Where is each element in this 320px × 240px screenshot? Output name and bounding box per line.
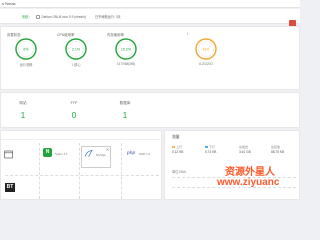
cpu-gauge[interactable]: CPU使用率 2.1% 1 核心 [55, 32, 97, 67]
software-tile-php[interactable]: php PHP-7.2 [125, 146, 155, 168]
software-name: Nginx 1.1 [55, 152, 68, 156]
count-value: 1 [20, 111, 26, 120]
watermark-url: www.ziyuanc [217, 177, 280, 188]
upload-label: 上行 [176, 145, 183, 149]
gauge-label: 内存使用率 [107, 33, 124, 37]
download-value: 0.74 KB [205, 150, 217, 154]
total-sent-stat: 总发送 3.61 GB [239, 145, 261, 154]
close-icon[interactable]: ✕ [106, 147, 109, 152]
php-icon: php [127, 150, 136, 155]
count-value: 1 [122, 111, 128, 120]
grid-divider [79, 143, 80, 199]
terminal-tile[interactable] [1, 146, 31, 168]
upload-legend-icon [172, 146, 175, 149]
terminal-icon [4, 150, 13, 159]
count-value: 0 [71, 111, 77, 120]
traffic-title: 流量 [172, 135, 180, 139]
grid-divider [39, 143, 40, 199]
os-icon [36, 15, 41, 20]
gauge-subtext: 147/968(MB) [116, 62, 136, 66]
brand-label: s Nmas [2, 1, 16, 6]
software-tile-mysql[interactable]: MySQL ✕ [81, 146, 111, 168]
nginx-icon: N [43, 148, 52, 157]
total-sent-value: 3.61 GB [239, 150, 251, 154]
site-count[interactable]: 网站 1 [3, 101, 43, 120]
cpu-ring: 2.1% [65, 38, 87, 60]
gauge-value: 2.1% [72, 47, 81, 51]
software-name: MySQL [96, 153, 107, 157]
gauge-label: / [187, 32, 188, 36]
disk-ring: 43% [195, 38, 217, 60]
os-info: Debian GNU/Linux 9.9 (stretch) [36, 15, 89, 20]
memory-gauge[interactable]: 内存使用率 15.2% 147/968(MB) [105, 32, 147, 66]
total-received-value: 88.75 KB [271, 150, 285, 154]
system-info: 系统： Debian GNU/Linux 9.9 (stretch) 已不间断运… [22, 14, 125, 20]
total-sent-label: 总发送 [239, 145, 249, 149]
system-status-label: 系统： [22, 15, 32, 19]
upload-stat: 上行 0.12 KB [172, 145, 194, 154]
software-name: PHP-7.2 [139, 152, 151, 156]
gauge-value: 43% [202, 47, 210, 51]
count-label: FTP [70, 101, 78, 105]
watermark-text: 资源外星人 [225, 167, 275, 178]
load-ring: 6% [15, 38, 37, 60]
system-info-bar: 系统： Debian GNU/Linux 9.9 (stretch) 已不间断运… [0, 9, 300, 30]
download-legend-icon [205, 146, 208, 149]
bt-logo: BT [5, 183, 15, 192]
gauge-subtext: 8.2G/20G [199, 62, 213, 66]
gauge-label: CPU使用率 [57, 33, 75, 37]
download-stat: 下行 0.74 KB [205, 145, 227, 154]
chart-unit-label: 单位:KB/s [172, 170, 186, 174]
traffic-panel: 流量 上行 0.12 KB 下行 0.74 KB 总发送 3.61 GB 总接收… [164, 130, 300, 200]
disk-gauge[interactable]: / 43% 8.2G/20G [185, 32, 227, 66]
memory-ring: 15.2% [115, 38, 137, 60]
software-header [1, 131, 163, 140]
database-count[interactable]: 数据库 1 [105, 101, 145, 120]
overview-panel: 网站 1 FTP 0 数据库 1 [0, 92, 300, 128]
grid-divider [121, 143, 122, 199]
software-tile-nginx[interactable]: N Nginx 1.1 [41, 146, 71, 168]
software-panel: N Nginx 1.1 MySQL ✕ php PHP-7.2 BT [0, 130, 163, 200]
gauge-value: 15.2% [121, 47, 132, 51]
load-gauge[interactable]: 负载状态 6% 运行流畅 [5, 32, 47, 67]
ftp-count[interactable]: FTP 0 [54, 101, 94, 120]
total-received-stat: 总接收 88.75 KB [271, 145, 293, 154]
status-panel: 负载状态 6% 运行流畅 CPU使用率 2.1% 1 核心 内存使用率 15.2… [0, 26, 300, 90]
count-label: 网站 [19, 101, 27, 105]
upload-value: 0.12 KB [172, 150, 184, 154]
grid-divider [5, 175, 159, 176]
gauge-value: 6% [23, 47, 29, 51]
uptime-info: 已不间断运行: 3天 [94, 15, 121, 19]
gauge-subtext: 1 核心 [71, 63, 81, 67]
gauge-subtext: 运行流畅 [19, 63, 33, 67]
gauge-label: 负载状态 [7, 33, 21, 37]
total-received-label: 总接收 [271, 145, 281, 149]
top-bar: s Nmas [0, 0, 300, 8]
download-label: 下行 [209, 145, 216, 149]
count-label: 数据库 [119, 101, 131, 105]
mysql-icon [84, 149, 93, 157]
